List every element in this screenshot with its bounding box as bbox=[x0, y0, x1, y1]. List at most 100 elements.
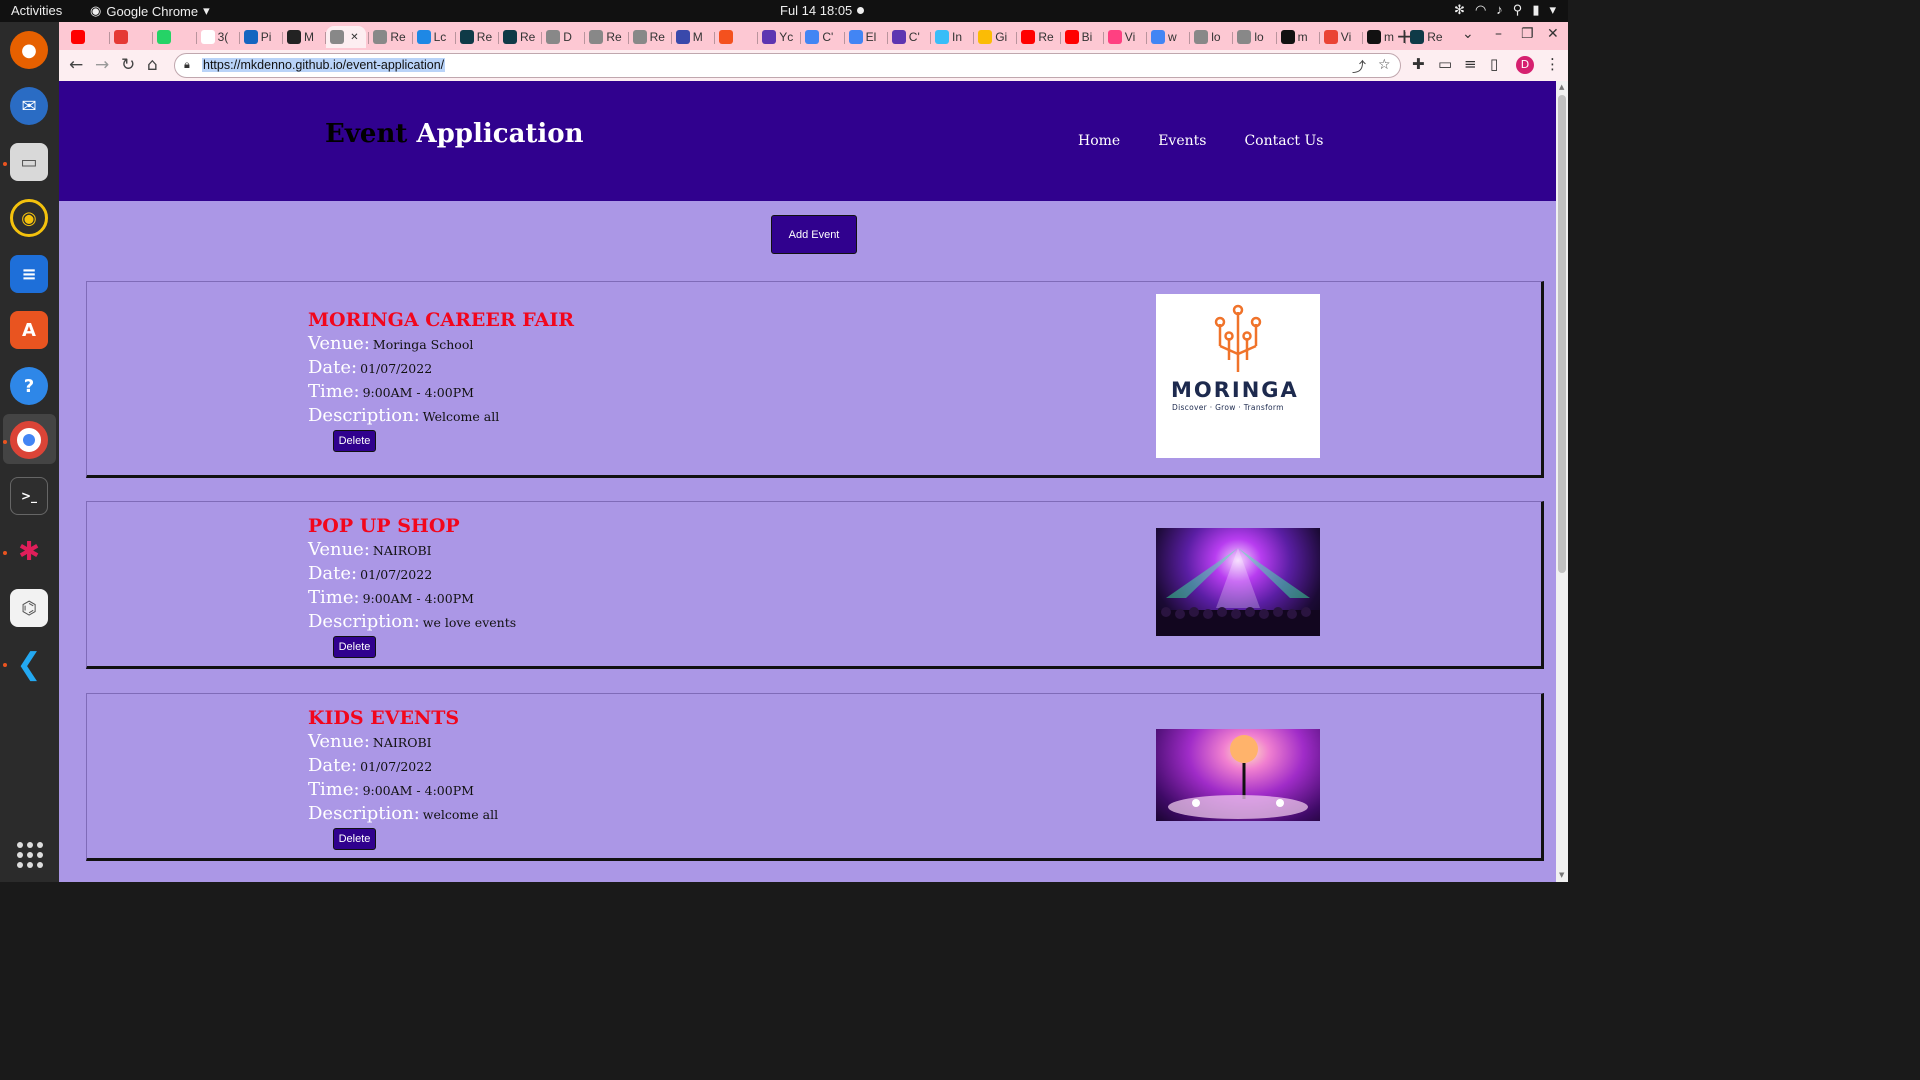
writer-icon[interactable]: ≡ bbox=[10, 255, 48, 293]
tab-favicon-icon bbox=[589, 30, 604, 44]
system-tray[interactable]: ✻ ◠ ♪ ⚲ ▮ ▾ bbox=[1454, 2, 1556, 18]
side-panel-icon[interactable]: ▯ bbox=[1490, 55, 1498, 73]
address-bar[interactable]: 🔒︎ https://mkdenno.github.io/event-appli… bbox=[174, 53, 1401, 78]
browser-tab[interactable]: Lc bbox=[413, 26, 454, 48]
browser-tab[interactable]: Gi bbox=[974, 26, 1015, 48]
browser-tab[interactable]: Re bbox=[456, 26, 497, 48]
browser-tab[interactable]: lo bbox=[1190, 26, 1231, 48]
browser-tab[interactable]: M bbox=[672, 26, 713, 48]
firefox-icon[interactable]: ● bbox=[10, 31, 48, 69]
delete-button[interactable]: Delete bbox=[333, 430, 376, 452]
tab-label: Pi bbox=[260, 30, 272, 44]
browser-tab[interactable]: Re bbox=[1017, 26, 1058, 48]
browser-tab[interactable] bbox=[110, 26, 151, 48]
browser-tab[interactable]: El bbox=[845, 26, 886, 48]
bookmark-star-icon[interactable]: ☆ bbox=[1378, 57, 1391, 73]
scroll-up-icon[interactable]: ▲ bbox=[1559, 83, 1564, 91]
cast-icon[interactable]: ▭ bbox=[1438, 55, 1452, 73]
tab-favicon-icon bbox=[1323, 30, 1338, 44]
battery-icon: ▮ bbox=[1532, 2, 1540, 17]
browser-tab[interactable]: Re bbox=[629, 26, 670, 48]
browser-tab[interactable]: w bbox=[1147, 26, 1188, 48]
forward-icon[interactable]: → bbox=[95, 55, 109, 75]
files-icon[interactable]: ▭ bbox=[10, 143, 48, 181]
help-icon[interactable]: ? bbox=[10, 367, 48, 405]
description-value: welcome all bbox=[422, 807, 499, 822]
rhythmbox-icon[interactable]: ◉ bbox=[10, 199, 48, 237]
tab-label: Lc bbox=[433, 30, 447, 44]
browser-tab[interactable]: m bbox=[1277, 26, 1318, 48]
browser-tab[interactable]: Re bbox=[369, 26, 410, 48]
browser-tab[interactable] bbox=[715, 26, 756, 48]
time-label: Time: bbox=[308, 381, 360, 402]
chrome-dock-icon[interactable] bbox=[10, 421, 48, 459]
browser-tab[interactable] bbox=[67, 26, 108, 48]
browser-tab[interactable]: M bbox=[283, 26, 324, 48]
share-icon[interactable]: ⤴ bbox=[1352, 57, 1366, 77]
reload-icon[interactable]: ↻ bbox=[121, 55, 135, 75]
vscode-icon[interactable]: ❮ bbox=[10, 645, 48, 683]
browser-tab[interactable]: Yc bbox=[758, 26, 799, 48]
close-window-icon[interactable]: ✕ bbox=[1547, 26, 1559, 42]
tab-label: Re bbox=[649, 30, 665, 44]
lock-icon[interactable]: 🔒︎ bbox=[184, 58, 190, 72]
home-icon[interactable]: ⌂ bbox=[147, 55, 158, 75]
terminal-icon[interactable]: >_ bbox=[10, 477, 48, 515]
browser-tab[interactable]: 3( bbox=[197, 26, 238, 48]
browser-tab[interactable] bbox=[153, 26, 194, 48]
browser-tab[interactable]: C' bbox=[888, 26, 929, 48]
time-value: 9:00AM - 4:00PM bbox=[362, 783, 474, 798]
app-menu[interactable]: ◉ Google Chrome ▾ bbox=[90, 3, 210, 19]
power-menu-icon[interactable]: ▾ bbox=[1549, 2, 1556, 18]
moringa-logo-text: MORINGA bbox=[1171, 378, 1299, 402]
browser-tab[interactable]: D bbox=[542, 26, 583, 48]
browser-tab[interactable]: Re bbox=[499, 26, 540, 48]
browser-tab[interactable]: lo bbox=[1233, 26, 1274, 48]
tab-favicon-icon bbox=[546, 30, 561, 44]
slack-tray-icon[interactable]: ✻ bbox=[1454, 2, 1465, 18]
new-tab-button[interactable]: + bbox=[1396, 24, 1413, 48]
volume-icon: ♪ bbox=[1496, 2, 1503, 17]
add-event-button[interactable]: Add Event bbox=[771, 215, 857, 254]
tab-label: Bi bbox=[1081, 30, 1093, 44]
clock[interactable]: Ful 14 18:05 bbox=[780, 3, 852, 18]
back-icon[interactable]: ← bbox=[69, 55, 83, 75]
document-viewer-icon[interactable]: ⌬ bbox=[10, 589, 48, 627]
profile-avatar[interactable]: D bbox=[1516, 56, 1534, 74]
nav-home[interactable]: Home bbox=[1078, 133, 1120, 149]
delete-button[interactable]: Delete bbox=[333, 828, 376, 850]
restore-icon[interactable]: ❐ bbox=[1521, 26, 1534, 42]
scrollbar-thumb[interactable] bbox=[1558, 95, 1566, 573]
chrome-running-indicator bbox=[3, 440, 7, 444]
browser-tab[interactable]: Vi bbox=[1104, 26, 1145, 48]
venue-label: Venue: bbox=[308, 333, 370, 354]
browser-tab[interactable]: Pi bbox=[240, 26, 281, 48]
nav-contact-us[interactable]: Contact Us bbox=[1244, 133, 1323, 149]
extensions-icon[interactable]: ✚ bbox=[1412, 55, 1425, 73]
nav-events[interactable]: Events bbox=[1158, 133, 1206, 149]
scroll-down-icon[interactable]: ▼ bbox=[1559, 871, 1564, 879]
browser-tab[interactable]: C' bbox=[801, 26, 842, 48]
browser-tab[interactable]: Vi bbox=[1320, 26, 1361, 48]
app-center-icon[interactable]: A bbox=[10, 311, 48, 349]
tab-search-icon[interactable]: ⌄ bbox=[1462, 26, 1474, 42]
browser-tab[interactable]: In bbox=[931, 26, 972, 48]
thunderbird-icon[interactable]: ✉ bbox=[10, 87, 48, 125]
page-scrollbar[interactable]: ▲ ▼ bbox=[1556, 81, 1568, 882]
tab-label: Re bbox=[606, 30, 622, 44]
tab-active[interactable]: ✕ bbox=[326, 26, 367, 48]
media-control-icon[interactable]: ≡ bbox=[1464, 55, 1477, 73]
url-text[interactable]: https://mkdenno.github.io/event-applicat… bbox=[202, 58, 446, 72]
minimize-icon[interactable]: – bbox=[1495, 26, 1502, 42]
tab-label: Vi bbox=[1124, 30, 1136, 44]
chrome-menu-icon[interactable]: ⋮ bbox=[1545, 55, 1560, 73]
delete-button[interactable]: Delete bbox=[333, 636, 376, 658]
site-title: Event Application bbox=[325, 119, 584, 149]
activities-button[interactable]: Activities bbox=[11, 3, 62, 18]
slack-icon[interactable]: ✱ bbox=[10, 533, 48, 571]
browser-tab[interactable]: Bi bbox=[1061, 26, 1102, 48]
tab-label: Re bbox=[390, 30, 406, 44]
browser-tab[interactable]: Re bbox=[585, 26, 626, 48]
show-applications-icon[interactable] bbox=[17, 842, 43, 868]
close-tab-icon[interactable]: ✕ bbox=[350, 32, 358, 43]
